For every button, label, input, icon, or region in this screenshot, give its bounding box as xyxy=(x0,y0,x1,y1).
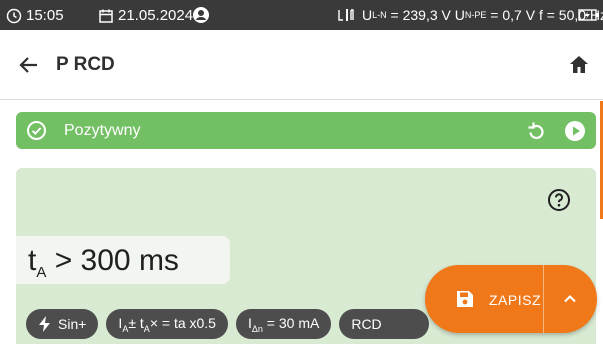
u-ln-label: U xyxy=(362,7,373,23)
result-value: > 300 ms xyxy=(46,244,179,277)
waveform-chip[interactable]: Sin+ xyxy=(26,309,99,339)
app-bar: P RCD xyxy=(0,30,603,100)
save-fab[interactable]: ZAPISZ xyxy=(425,265,597,333)
clock-icon xyxy=(6,8,22,23)
status-clock: 15:05 xyxy=(6,7,64,24)
socket-indicator-icon xyxy=(338,9,354,21)
save-label: ZAPISZ xyxy=(489,292,542,308)
page-title: P RCD xyxy=(56,54,115,75)
measurement-result-box: tA > 300 ms xyxy=(16,236,230,284)
u-npe-value: = 0,7 V xyxy=(486,7,539,23)
rated-current-value: = 30 mA xyxy=(262,314,320,331)
fab-divider xyxy=(543,265,544,333)
rcd-type-label: RCD xyxy=(351,316,382,332)
chevron-up-icon[interactable] xyxy=(562,291,578,307)
repeat-measurement-icon[interactable] xyxy=(525,120,547,142)
lightning-icon xyxy=(38,316,52,332)
u-npe-sub: N-PE xyxy=(464,10,487,20)
home-icon[interactable] xyxy=(568,54,590,76)
rcd-type-chip[interactable]: RCD xyxy=(339,309,430,339)
help-icon[interactable] xyxy=(547,188,571,212)
account-icon xyxy=(193,7,209,23)
parameter-chips: Sin+ IA± tA× = ta x0.5 IΔn = 30 mA RCD xyxy=(26,309,430,339)
save-icon xyxy=(457,291,473,307)
status-time: 15:05 xyxy=(26,7,64,24)
battery-charging-icon xyxy=(578,9,599,21)
status-date: 21.05.2024 xyxy=(98,7,193,24)
back-arrow-icon[interactable] xyxy=(18,54,40,76)
rated-current-chip[interactable]: IΔn = 30 mA xyxy=(235,309,332,339)
multiplier-chip-label: IA± tA× = ta x0.5 xyxy=(118,314,216,334)
multiplier-mid: ± t xyxy=(128,314,144,331)
content-area: Pozytywny tA > 300 ms Sin+ IA± tA× = ta … xyxy=(0,101,603,344)
multiplier-chip[interactable]: IA± tA× = ta x0.5 xyxy=(106,309,228,339)
status-date-text: 21.05.2024 xyxy=(118,7,194,24)
calendar-icon xyxy=(99,9,113,23)
u-npe-label: U xyxy=(454,7,465,23)
result-status-bar: Pozytywny xyxy=(16,112,596,149)
play-icon[interactable] xyxy=(564,120,586,142)
status-bar: 15:05 21.05.2024 U L-N = 239,3 V U N-PE = … xyxy=(0,0,603,30)
waveform-chip-label: Sin+ xyxy=(58,316,87,332)
result-status-text: Pozytywny xyxy=(64,122,141,139)
status-measurements: U L-N = 239,3 V U N-PE = 0,7 V f = 50,0 Hz xyxy=(338,7,603,23)
multiplier-rest: × = ta x0.5 xyxy=(149,314,216,331)
rated-current-label: IΔn = 30 mA xyxy=(247,314,320,334)
u-ln-value: = 239,3 V xyxy=(386,7,455,23)
u-ln-sub: L-N xyxy=(372,10,387,20)
measurement-result: tA > 300 ms xyxy=(28,244,179,281)
check-circle-icon xyxy=(27,121,46,140)
rated-current-sub: Δn xyxy=(251,323,263,334)
result-symbol-sub: A xyxy=(36,264,47,281)
